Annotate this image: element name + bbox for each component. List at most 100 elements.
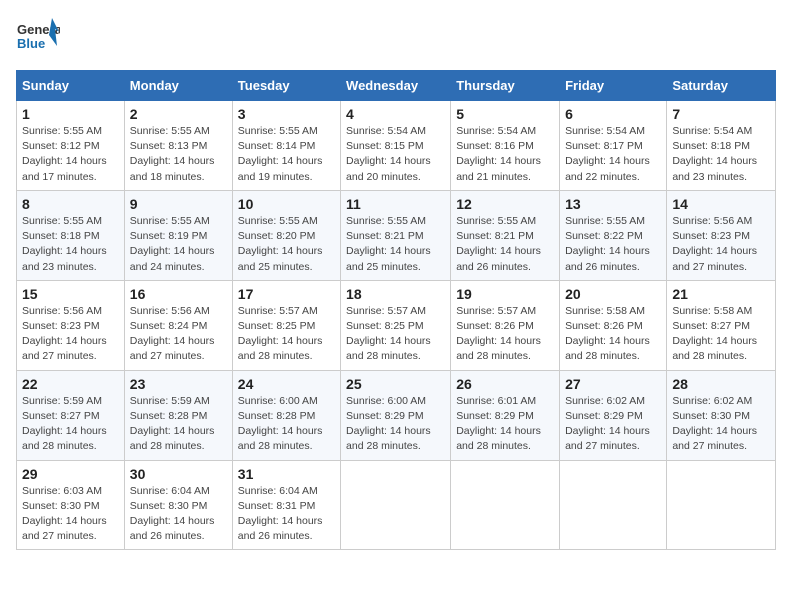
day-info: Sunrise: 5:55 AM Sunset: 8:20 PM Dayligh… bbox=[238, 214, 335, 275]
day-number: 17 bbox=[238, 286, 335, 302]
calendar-cell: 22 Sunrise: 5:59 AM Sunset: 8:27 PM Dayl… bbox=[17, 370, 125, 460]
logo-icon: General Blue bbox=[16, 16, 60, 60]
day-number: 26 bbox=[456, 376, 554, 392]
week-row-2: 8 Sunrise: 5:55 AM Sunset: 8:18 PM Dayli… bbox=[17, 190, 776, 280]
calendar-cell: 14 Sunrise: 5:56 AM Sunset: 8:23 PM Dayl… bbox=[667, 190, 776, 280]
day-header-saturday: Saturday bbox=[667, 71, 776, 101]
day-number: 12 bbox=[456, 196, 554, 212]
day-number: 5 bbox=[456, 106, 554, 122]
day-number: 20 bbox=[565, 286, 661, 302]
day-info: Sunrise: 6:04 AM Sunset: 8:30 PM Dayligh… bbox=[130, 484, 227, 545]
day-info: Sunrise: 5:59 AM Sunset: 8:27 PM Dayligh… bbox=[22, 394, 119, 455]
page-container: General Blue SundayMondayTuesdayWednesda… bbox=[16, 16, 776, 550]
day-number: 13 bbox=[565, 196, 661, 212]
day-info: Sunrise: 5:54 AM Sunset: 8:17 PM Dayligh… bbox=[565, 124, 661, 185]
day-info: Sunrise: 6:04 AM Sunset: 8:31 PM Dayligh… bbox=[238, 484, 335, 545]
week-row-3: 15 Sunrise: 5:56 AM Sunset: 8:23 PM Dayl… bbox=[17, 280, 776, 370]
calendar-cell: 1 Sunrise: 5:55 AM Sunset: 8:12 PM Dayli… bbox=[17, 101, 125, 191]
day-number: 23 bbox=[130, 376, 227, 392]
day-info: Sunrise: 6:01 AM Sunset: 8:29 PM Dayligh… bbox=[456, 394, 554, 455]
calendar-cell bbox=[451, 460, 560, 550]
day-number: 14 bbox=[672, 196, 770, 212]
calendar-table: SundayMondayTuesdayWednesdayThursdayFrid… bbox=[16, 70, 776, 550]
day-info: Sunrise: 5:57 AM Sunset: 8:26 PM Dayligh… bbox=[456, 304, 554, 365]
week-row-5: 29 Sunrise: 6:03 AM Sunset: 8:30 PM Dayl… bbox=[17, 460, 776, 550]
calendar-cell: 29 Sunrise: 6:03 AM Sunset: 8:30 PM Dayl… bbox=[17, 460, 125, 550]
day-number: 8 bbox=[22, 196, 119, 212]
day-info: Sunrise: 5:55 AM Sunset: 8:13 PM Dayligh… bbox=[130, 124, 227, 185]
day-number: 6 bbox=[565, 106, 661, 122]
week-row-1: 1 Sunrise: 5:55 AM Sunset: 8:12 PM Dayli… bbox=[17, 101, 776, 191]
day-header-thursday: Thursday bbox=[451, 71, 560, 101]
day-number: 29 bbox=[22, 466, 119, 482]
day-info: Sunrise: 5:55 AM Sunset: 8:22 PM Dayligh… bbox=[565, 214, 661, 275]
calendar-cell: 21 Sunrise: 5:58 AM Sunset: 8:27 PM Dayl… bbox=[667, 280, 776, 370]
day-info: Sunrise: 5:54 AM Sunset: 8:15 PM Dayligh… bbox=[346, 124, 445, 185]
day-header-wednesday: Wednesday bbox=[341, 71, 451, 101]
day-number: 7 bbox=[672, 106, 770, 122]
day-info: Sunrise: 5:57 AM Sunset: 8:25 PM Dayligh… bbox=[346, 304, 445, 365]
calendar-cell: 12 Sunrise: 5:55 AM Sunset: 8:21 PM Dayl… bbox=[451, 190, 560, 280]
day-number: 28 bbox=[672, 376, 770, 392]
day-number: 4 bbox=[346, 106, 445, 122]
day-info: Sunrise: 5:55 AM Sunset: 8:14 PM Dayligh… bbox=[238, 124, 335, 185]
calendar-cell: 15 Sunrise: 5:56 AM Sunset: 8:23 PM Dayl… bbox=[17, 280, 125, 370]
day-number: 18 bbox=[346, 286, 445, 302]
calendar-cell: 23 Sunrise: 5:59 AM Sunset: 8:28 PM Dayl… bbox=[124, 370, 232, 460]
day-number: 30 bbox=[130, 466, 227, 482]
day-number: 31 bbox=[238, 466, 335, 482]
week-row-4: 22 Sunrise: 5:59 AM Sunset: 8:27 PM Dayl… bbox=[17, 370, 776, 460]
logo-area: General Blue bbox=[16, 16, 60, 60]
day-number: 16 bbox=[130, 286, 227, 302]
calendar-cell bbox=[560, 460, 667, 550]
day-info: Sunrise: 6:02 AM Sunset: 8:29 PM Dayligh… bbox=[565, 394, 661, 455]
day-info: Sunrise: 5:55 AM Sunset: 8:18 PM Dayligh… bbox=[22, 214, 119, 275]
calendar-cell: 28 Sunrise: 6:02 AM Sunset: 8:30 PM Dayl… bbox=[667, 370, 776, 460]
day-info: Sunrise: 5:56 AM Sunset: 8:23 PM Dayligh… bbox=[22, 304, 119, 365]
day-header-friday: Friday bbox=[560, 71, 667, 101]
day-number: 19 bbox=[456, 286, 554, 302]
calendar-cell: 8 Sunrise: 5:55 AM Sunset: 8:18 PM Dayli… bbox=[17, 190, 125, 280]
day-number: 24 bbox=[238, 376, 335, 392]
svg-text:Blue: Blue bbox=[17, 36, 45, 51]
day-number: 27 bbox=[565, 376, 661, 392]
day-number: 25 bbox=[346, 376, 445, 392]
day-info: Sunrise: 5:55 AM Sunset: 8:12 PM Dayligh… bbox=[22, 124, 119, 185]
day-header-sunday: Sunday bbox=[17, 71, 125, 101]
calendar-cell: 20 Sunrise: 5:58 AM Sunset: 8:26 PM Dayl… bbox=[560, 280, 667, 370]
day-number: 1 bbox=[22, 106, 119, 122]
day-number: 2 bbox=[130, 106, 227, 122]
calendar-cell: 2 Sunrise: 5:55 AM Sunset: 8:13 PM Dayli… bbox=[124, 101, 232, 191]
calendar-cell: 5 Sunrise: 5:54 AM Sunset: 8:16 PM Dayli… bbox=[451, 101, 560, 191]
calendar-cell: 13 Sunrise: 5:55 AM Sunset: 8:22 PM Dayl… bbox=[560, 190, 667, 280]
calendar-cell: 18 Sunrise: 5:57 AM Sunset: 8:25 PM Dayl… bbox=[341, 280, 451, 370]
day-header-tuesday: Tuesday bbox=[232, 71, 340, 101]
day-info: Sunrise: 5:55 AM Sunset: 8:19 PM Dayligh… bbox=[130, 214, 227, 275]
calendar-cell bbox=[341, 460, 451, 550]
day-info: Sunrise: 5:55 AM Sunset: 8:21 PM Dayligh… bbox=[456, 214, 554, 275]
calendar-cell: 16 Sunrise: 5:56 AM Sunset: 8:24 PM Dayl… bbox=[124, 280, 232, 370]
day-number: 11 bbox=[346, 196, 445, 212]
calendar-cell: 3 Sunrise: 5:55 AM Sunset: 8:14 PM Dayli… bbox=[232, 101, 340, 191]
calendar-cell: 26 Sunrise: 6:01 AM Sunset: 8:29 PM Dayl… bbox=[451, 370, 560, 460]
day-info: Sunrise: 5:56 AM Sunset: 8:23 PM Dayligh… bbox=[672, 214, 770, 275]
day-info: Sunrise: 5:57 AM Sunset: 8:25 PM Dayligh… bbox=[238, 304, 335, 365]
day-number: 10 bbox=[238, 196, 335, 212]
day-info: Sunrise: 6:03 AM Sunset: 8:30 PM Dayligh… bbox=[22, 484, 119, 545]
calendar-cell: 24 Sunrise: 6:00 AM Sunset: 8:28 PM Dayl… bbox=[232, 370, 340, 460]
day-number: 9 bbox=[130, 196, 227, 212]
day-info: Sunrise: 5:58 AM Sunset: 8:27 PM Dayligh… bbox=[672, 304, 770, 365]
calendar-cell: 27 Sunrise: 6:02 AM Sunset: 8:29 PM Dayl… bbox=[560, 370, 667, 460]
calendar-cell: 31 Sunrise: 6:04 AM Sunset: 8:31 PM Dayl… bbox=[232, 460, 340, 550]
day-info: Sunrise: 5:56 AM Sunset: 8:24 PM Dayligh… bbox=[130, 304, 227, 365]
calendar-cell bbox=[667, 460, 776, 550]
day-info: Sunrise: 5:58 AM Sunset: 8:26 PM Dayligh… bbox=[565, 304, 661, 365]
calendar-cell: 4 Sunrise: 5:54 AM Sunset: 8:15 PM Dayli… bbox=[341, 101, 451, 191]
day-number: 15 bbox=[22, 286, 119, 302]
day-number: 21 bbox=[672, 286, 770, 302]
day-number: 3 bbox=[238, 106, 335, 122]
calendar-cell: 30 Sunrise: 6:04 AM Sunset: 8:30 PM Dayl… bbox=[124, 460, 232, 550]
day-info: Sunrise: 5:54 AM Sunset: 8:16 PM Dayligh… bbox=[456, 124, 554, 185]
calendar-cell: 17 Sunrise: 5:57 AM Sunset: 8:25 PM Dayl… bbox=[232, 280, 340, 370]
day-info: Sunrise: 6:02 AM Sunset: 8:30 PM Dayligh… bbox=[672, 394, 770, 455]
